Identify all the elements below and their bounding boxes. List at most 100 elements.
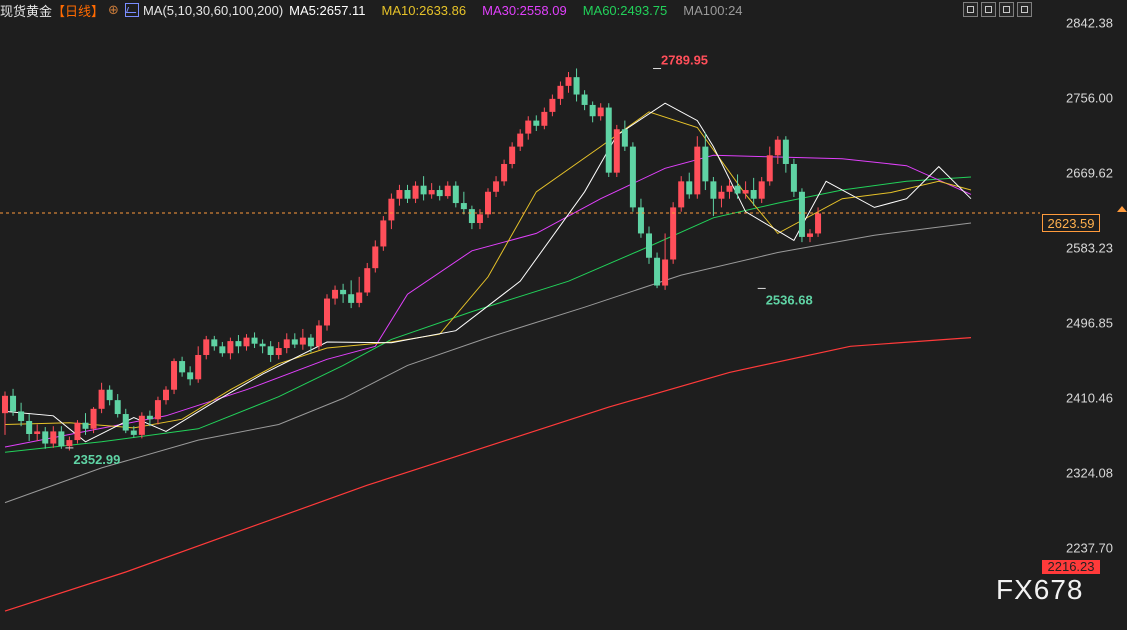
- candle-body: [122, 414, 129, 431]
- ma-legend-item: MA30:2558.09: [482, 2, 567, 18]
- candle-body: [460, 203, 467, 210]
- candle-body: [525, 120, 532, 134]
- candle-body: [283, 339, 290, 349]
- candle-body: [412, 185, 419, 199]
- candle-body: [493, 181, 500, 192]
- candle-body: [702, 146, 709, 182]
- candle-body: [203, 339, 210, 355]
- candle-body: [130, 430, 137, 435]
- candle-body: [90, 408, 97, 429]
- candle-body: [195, 354, 202, 380]
- candle-body: [734, 185, 741, 194]
- y-tick-label: 2756.00: [1066, 90, 1113, 106]
- indicator-icon[interactable]: [124, 3, 139, 17]
- candle-body: [106, 389, 113, 401]
- candle-body: [726, 185, 733, 192]
- candle-body: [50, 431, 57, 444]
- price-axis: 2842.38 2756.00 2669.62 2583.23 2496.85 2410.…: [1040, 0, 1127, 625]
- candle-body: [573, 77, 580, 95]
- candle-body: [428, 190, 435, 195]
- y-tick-label: 2410.46: [1066, 390, 1113, 406]
- candle-body: [807, 233, 813, 237]
- candle-body: [629, 146, 636, 208]
- candle-body: [275, 348, 282, 355]
- candle-body: [646, 233, 652, 258]
- fullscreen-icon[interactable]: [1017, 2, 1032, 17]
- candle-body: [581, 94, 588, 105]
- y-tick-label: 2496.85: [1066, 315, 1113, 331]
- candle-body: [589, 104, 596, 117]
- candle-body: [146, 415, 153, 420]
- ma-legend-item: MA100:24: [683, 2, 743, 18]
- candle-body: [815, 213, 822, 234]
- add-symbol-icon[interactable]: ⊕: [108, 2, 119, 18]
- candle-body: [766, 155, 773, 182]
- candle-body: [235, 341, 242, 347]
- y-tick-label: 2842.38: [1066, 15, 1113, 31]
- candle-body: [541, 111, 548, 126]
- period-selector[interactable]: 【日线】: [52, 1, 104, 20]
- candle-body: [549, 98, 556, 112]
- window-icon[interactable]: [981, 2, 996, 17]
- candle-body: [348, 294, 355, 303]
- candle-body: [227, 341, 234, 354]
- candle-body: [750, 190, 757, 199]
- candle-body: [243, 337, 250, 347]
- candle-body: [533, 120, 540, 126]
- candle-body: [476, 214, 483, 224]
- price-arrow-icon: [1117, 205, 1127, 212]
- candle-body: [774, 139, 781, 156]
- candle-body: [251, 337, 258, 344]
- candle-body: [356, 292, 363, 303]
- candle-body: [468, 209, 475, 224]
- candle-body: [171, 361, 178, 390]
- layout-icon[interactable]: [999, 2, 1014, 17]
- last-price-tag: 2623.59: [1042, 213, 1100, 232]
- y-tick-label: 2669.62: [1066, 165, 1113, 181]
- chart-plot-area[interactable]: 2789.95 2536.68 2352.99: [0, 0, 1040, 625]
- candle-body: [18, 411, 25, 421]
- candle-body: [509, 146, 516, 164]
- candle-body: [340, 289, 347, 295]
- candle-body: [396, 190, 403, 199]
- candle-body: [26, 420, 33, 435]
- annotation-label: 2536.68: [766, 292, 813, 307]
- candle-body: [364, 268, 371, 293]
- ma-legend-item: MA5:2657.11: [289, 2, 366, 18]
- candle-body: [452, 185, 459, 204]
- candle-body: [436, 190, 443, 197]
- candle-body: [10, 395, 17, 412]
- candle-body: [718, 191, 725, 199]
- candle-body: [662, 259, 669, 286]
- ma5-line: [4, 102, 972, 443]
- symbol-name[interactable]: 现货黄金: [0, 1, 52, 20]
- candle-body: [267, 346, 274, 355]
- ma-legend-item: MA10:2633.86: [381, 2, 467, 18]
- chart-header: 现货黄金 【日线】 ⊕ MA(5,10,30,60,100,200) MA5:2…: [0, 0, 755, 20]
- chart-toolbar: [963, 2, 1032, 17]
- candle-body: [790, 163, 797, 192]
- candle-body: [291, 339, 298, 345]
- candle-body: [742, 190, 749, 194]
- candle-body: [42, 431, 49, 444]
- candle-body: [138, 415, 145, 435]
- ma-legend-item: MA60:2493.75: [582, 2, 668, 18]
- candle-body: [613, 129, 620, 173]
- candle-body: [637, 207, 644, 234]
- candle-body: [686, 181, 693, 195]
- zoom-icon[interactable]: [963, 2, 978, 17]
- candle-body: [388, 198, 395, 221]
- candle-body: [444, 185, 451, 197]
- ma200-line: [4, 337, 972, 612]
- candle-body: [420, 185, 427, 195]
- candle-body: [315, 325, 322, 347]
- candle-body: [654, 257, 661, 286]
- annotation-label: 2352.99: [73, 452, 120, 467]
- candle-body: [670, 207, 677, 260]
- candle-body: [179, 361, 186, 373]
- candle-body: [66, 440, 73, 447]
- candle-body: [380, 220, 387, 247]
- candlestick-chart[interactable]: 2789.95 2536.68 2352.99: [0, 0, 1040, 625]
- y-tick-label: 2583.23: [1066, 240, 1113, 256]
- ma-params[interactable]: MA(5,10,30,60,100,200): [143, 3, 283, 18]
